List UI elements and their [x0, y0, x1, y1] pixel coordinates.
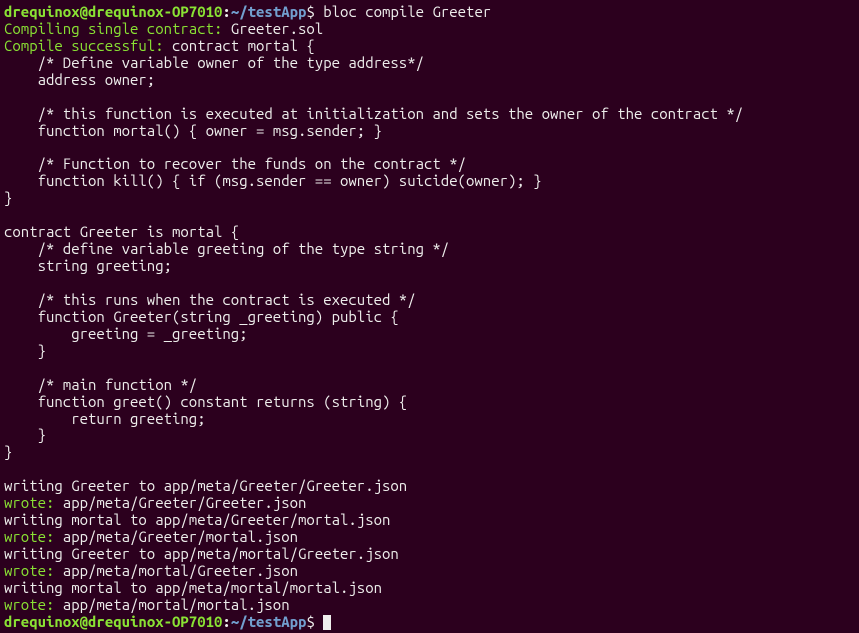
writing-line-3: writing Greeter to app/meta/mortal/Greet… — [4, 545, 399, 562]
wrote-path-2: app/meta/Greeter/mortal.json — [54, 528, 298, 545]
wrote-label-1: wrote: — [4, 494, 54, 511]
prompt-colon: : — [222, 3, 230, 20]
terminal-output[interactable]: drequinox@drequinox-OP7010:~/testApp$ bl… — [4, 4, 855, 631]
writing-line-1: writing Greeter to app/meta/Greeter/Gree… — [4, 477, 407, 494]
prompt-colon-2: : — [222, 613, 230, 630]
prompt-path: ~/testApp — [231, 3, 307, 20]
wrote-label-4: wrote: — [4, 596, 54, 613]
wrote-path-4: app/meta/mortal/mortal.json — [54, 596, 289, 613]
compile-success-label: Compile successful: — [4, 37, 164, 54]
wrote-path-1: app/meta/Greeter/Greeter.json — [54, 494, 306, 511]
writing-line-2: writing mortal to app/meta/Greeter/morta… — [4, 511, 390, 528]
prompt-user: drequinox — [4, 3, 80, 20]
command-text: bloc compile Greeter — [315, 3, 491, 20]
prompt-host: drequinox-OP7010 — [88, 3, 222, 20]
prompt-dollar-2: $ — [306, 613, 314, 630]
contract-source: contract mortal { /* Define variable own… — [4, 37, 743, 461]
prompt-host-2: drequinox-OP7010 — [88, 613, 222, 630]
wrote-path-3: app/meta/mortal/Greeter.json — [54, 562, 298, 579]
prompt-user-2: drequinox — [4, 613, 80, 630]
wrote-label-2: wrote: — [4, 528, 54, 545]
prompt-at: @ — [80, 3, 88, 20]
compiling-label: Compiling single contract: — [4, 20, 222, 37]
prompt-path-2: ~/testApp — [231, 613, 307, 630]
writing-line-4: writing mortal to app/meta/mortal/mortal… — [4, 579, 382, 596]
prompt-dollar: $ — [306, 3, 314, 20]
cursor — [323, 615, 331, 630]
wrote-label-3: wrote: — [4, 562, 54, 579]
prompt-at-2: @ — [80, 613, 88, 630]
command-input[interactable] — [315, 613, 323, 630]
compiling-file: Greeter.sol — [222, 20, 323, 37]
